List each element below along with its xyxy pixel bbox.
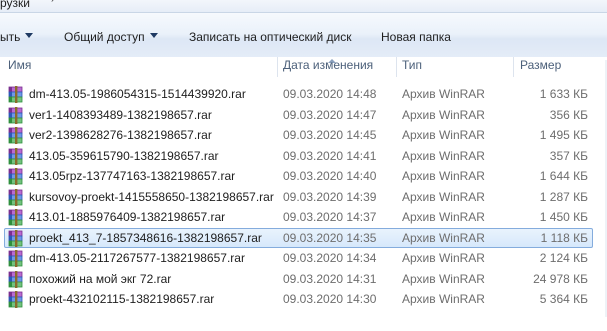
file-type: Архив WinRAR [402, 251, 485, 265]
file-size: 1 644 КБ [539, 169, 588, 183]
new-folder-button[interactable]: Новая папка [381, 29, 451, 45]
file-size: 1 118 КБ [540, 230, 588, 245]
file-date-modified: 09.03.2020 14:40 [283, 169, 377, 183]
file-type: Архив WinRAR [402, 169, 485, 183]
file-type: Архив WinRAR [402, 230, 485, 245]
file-type: Архив WinRAR [402, 128, 485, 142]
chevron-right-icon[interactable]: › [51, 0, 54, 5]
file-row[interactable]: kursovoy-proekt-1415558650-1382198657.ra… [0, 188, 607, 208]
file-size: 1 287 КБ [539, 189, 588, 204]
breadcrumb-downloads[interactable]: рузки [0, 0, 30, 10]
file-name: 413.05-359615790-1382198657.rar [29, 148, 219, 163]
file-row[interactable]: dm-413.05-2117267577-1382198657.rar 09.03… [0, 249, 607, 269]
organize-button[interactable]: ыть [0, 29, 20, 45]
file-type: Архив WinRAR [402, 210, 485, 224]
file-name: 413.05rpz-137747163-1382198657.rar [29, 169, 236, 183]
file-date-modified: 09.03.2020 14:31 [283, 271, 377, 286]
file-row[interactable]: proekt-432102115-1382198657.rar 09.03.202… [0, 290, 607, 310]
column-divider[interactable] [513, 57, 514, 77]
file-type: Архив WinRAR [402, 107, 485, 122]
share-button[interactable]: Общий доступ [64, 29, 145, 45]
file-row[interactable]: ver2-1398628276-1382198657.rar 09.03.2020… [0, 126, 607, 146]
winrar-archive-icon [8, 127, 23, 144]
file-type: Архив WinRAR [402, 189, 485, 204]
file-name: kursovoy-proekt-1415558650-1382198657.ra… [29, 189, 274, 204]
file-size: 356 КБ [549, 107, 588, 122]
file-row[interactable]: 413.01-1885976409-1382198657.rar 09.03.20… [0, 208, 607, 228]
file-size: 2 124 КБ [539, 251, 588, 265]
command-bar: ыть Общий доступ Записать на оптический … [0, 13, 607, 61]
file-name: proekt_413_7-1857348616-1382198657.rar [29, 230, 262, 245]
winrar-archive-icon [8, 188, 23, 206]
winrar-archive-icon [8, 86, 23, 103]
column-divider[interactable] [277, 57, 278, 77]
file-name: proekt-432102115-1382198657.rar [29, 292, 215, 306]
file-name: ver1-1408393489-1382198657.rar [29, 107, 212, 122]
burn-disc-button[interactable]: Записать на оптический диск [189, 29, 352, 45]
file-size: 357 КБ [549, 148, 588, 163]
column-divider[interactable] [396, 57, 397, 77]
file-date-modified: 09.03.2020 14:37 [283, 210, 377, 224]
file-row[interactable]: похожий на мой экг 72.rar 09.03.2020 14:3… [0, 270, 607, 290]
file-row[interactable]: ver1-1408393489-1382198657.rar 09.03.2020… [0, 106, 607, 126]
file-row[interactable]: dm-413.05-1986054315-1514439920.rar 09.03… [0, 85, 607, 105]
file-date-modified: 09.03.2020 14:35 [283, 230, 377, 245]
file-row[interactable] [0, 311, 607, 331]
file-size: 5 364 КБ [539, 292, 588, 306]
file-row[interactable]: proekt_413_7-1857348616-1382198657.rar 09… [0, 227, 607, 249]
column-size[interactable]: Размер [520, 57, 561, 74]
file-name: ver2-1398628276-1382198657.rar [29, 128, 212, 142]
file-date-modified: 09.03.2020 14:47 [283, 107, 377, 122]
chevron-down-icon[interactable] [150, 33, 158, 38]
column-type[interactable]: Тип [402, 57, 422, 74]
file-date-modified: 09.03.2020 14:39 [283, 189, 377, 204]
winrar-archive-icon [8, 250, 23, 267]
file-type: Архив WinRAR [402, 292, 485, 306]
file-name: dm-413.05-1986054315-1514439920.rar [29, 87, 246, 101]
file-date-modified: 09.03.2020 14:34 [283, 251, 377, 265]
file-type: Архив WinRAR [402, 271, 485, 286]
file-date-modified: 09.03.2020 14:45 [283, 128, 377, 142]
winrar-archive-icon [8, 291, 23, 308]
file-type: Архив WinRAR [402, 87, 485, 101]
file-row[interactable]: 413.05-359615790-1382198657.rar 09.03.202… [0, 147, 607, 167]
file-size: 1 450 КБ [539, 210, 588, 224]
winrar-archive-icon [8, 229, 23, 247]
column-name[interactable]: Имя [8, 57, 31, 74]
file-type: Архив WinRAR [402, 148, 485, 163]
winrar-archive-icon [8, 168, 23, 185]
file-name: dm-413.05-2117267577-1382198657.rar [29, 251, 245, 265]
file-size: 1 633 КБ [539, 87, 588, 101]
winrar-archive-icon [8, 147, 23, 165]
winrar-archive-icon [8, 209, 23, 226]
file-name: 413.01-1885976409-1382198657.rar [29, 210, 226, 224]
file-size: 1 495 КБ [539, 128, 588, 142]
file-name: похожий на мой экг 72.rar [29, 271, 172, 286]
address-bar[interactable]: рузки › [0, 0, 607, 13]
column-header: Имя Дата изменения Тип Размер [0, 57, 607, 77]
winrar-archive-icon [8, 270, 23, 288]
winrar-archive-icon [8, 106, 23, 124]
file-date-modified: 09.03.2020 14:41 [283, 148, 377, 163]
chevron-down-icon[interactable] [25, 33, 33, 38]
file-date-modified: 09.03.2020 14:30 [283, 292, 377, 306]
file-size: 24 978 КБ [533, 271, 588, 286]
column-date-modified[interactable]: Дата изменения [283, 57, 373, 74]
file-date-modified: 09.03.2020 14:48 [283, 87, 377, 101]
file-row[interactable]: 413.05rpz-137747163-1382198657.rar 09.03.… [0, 167, 607, 187]
